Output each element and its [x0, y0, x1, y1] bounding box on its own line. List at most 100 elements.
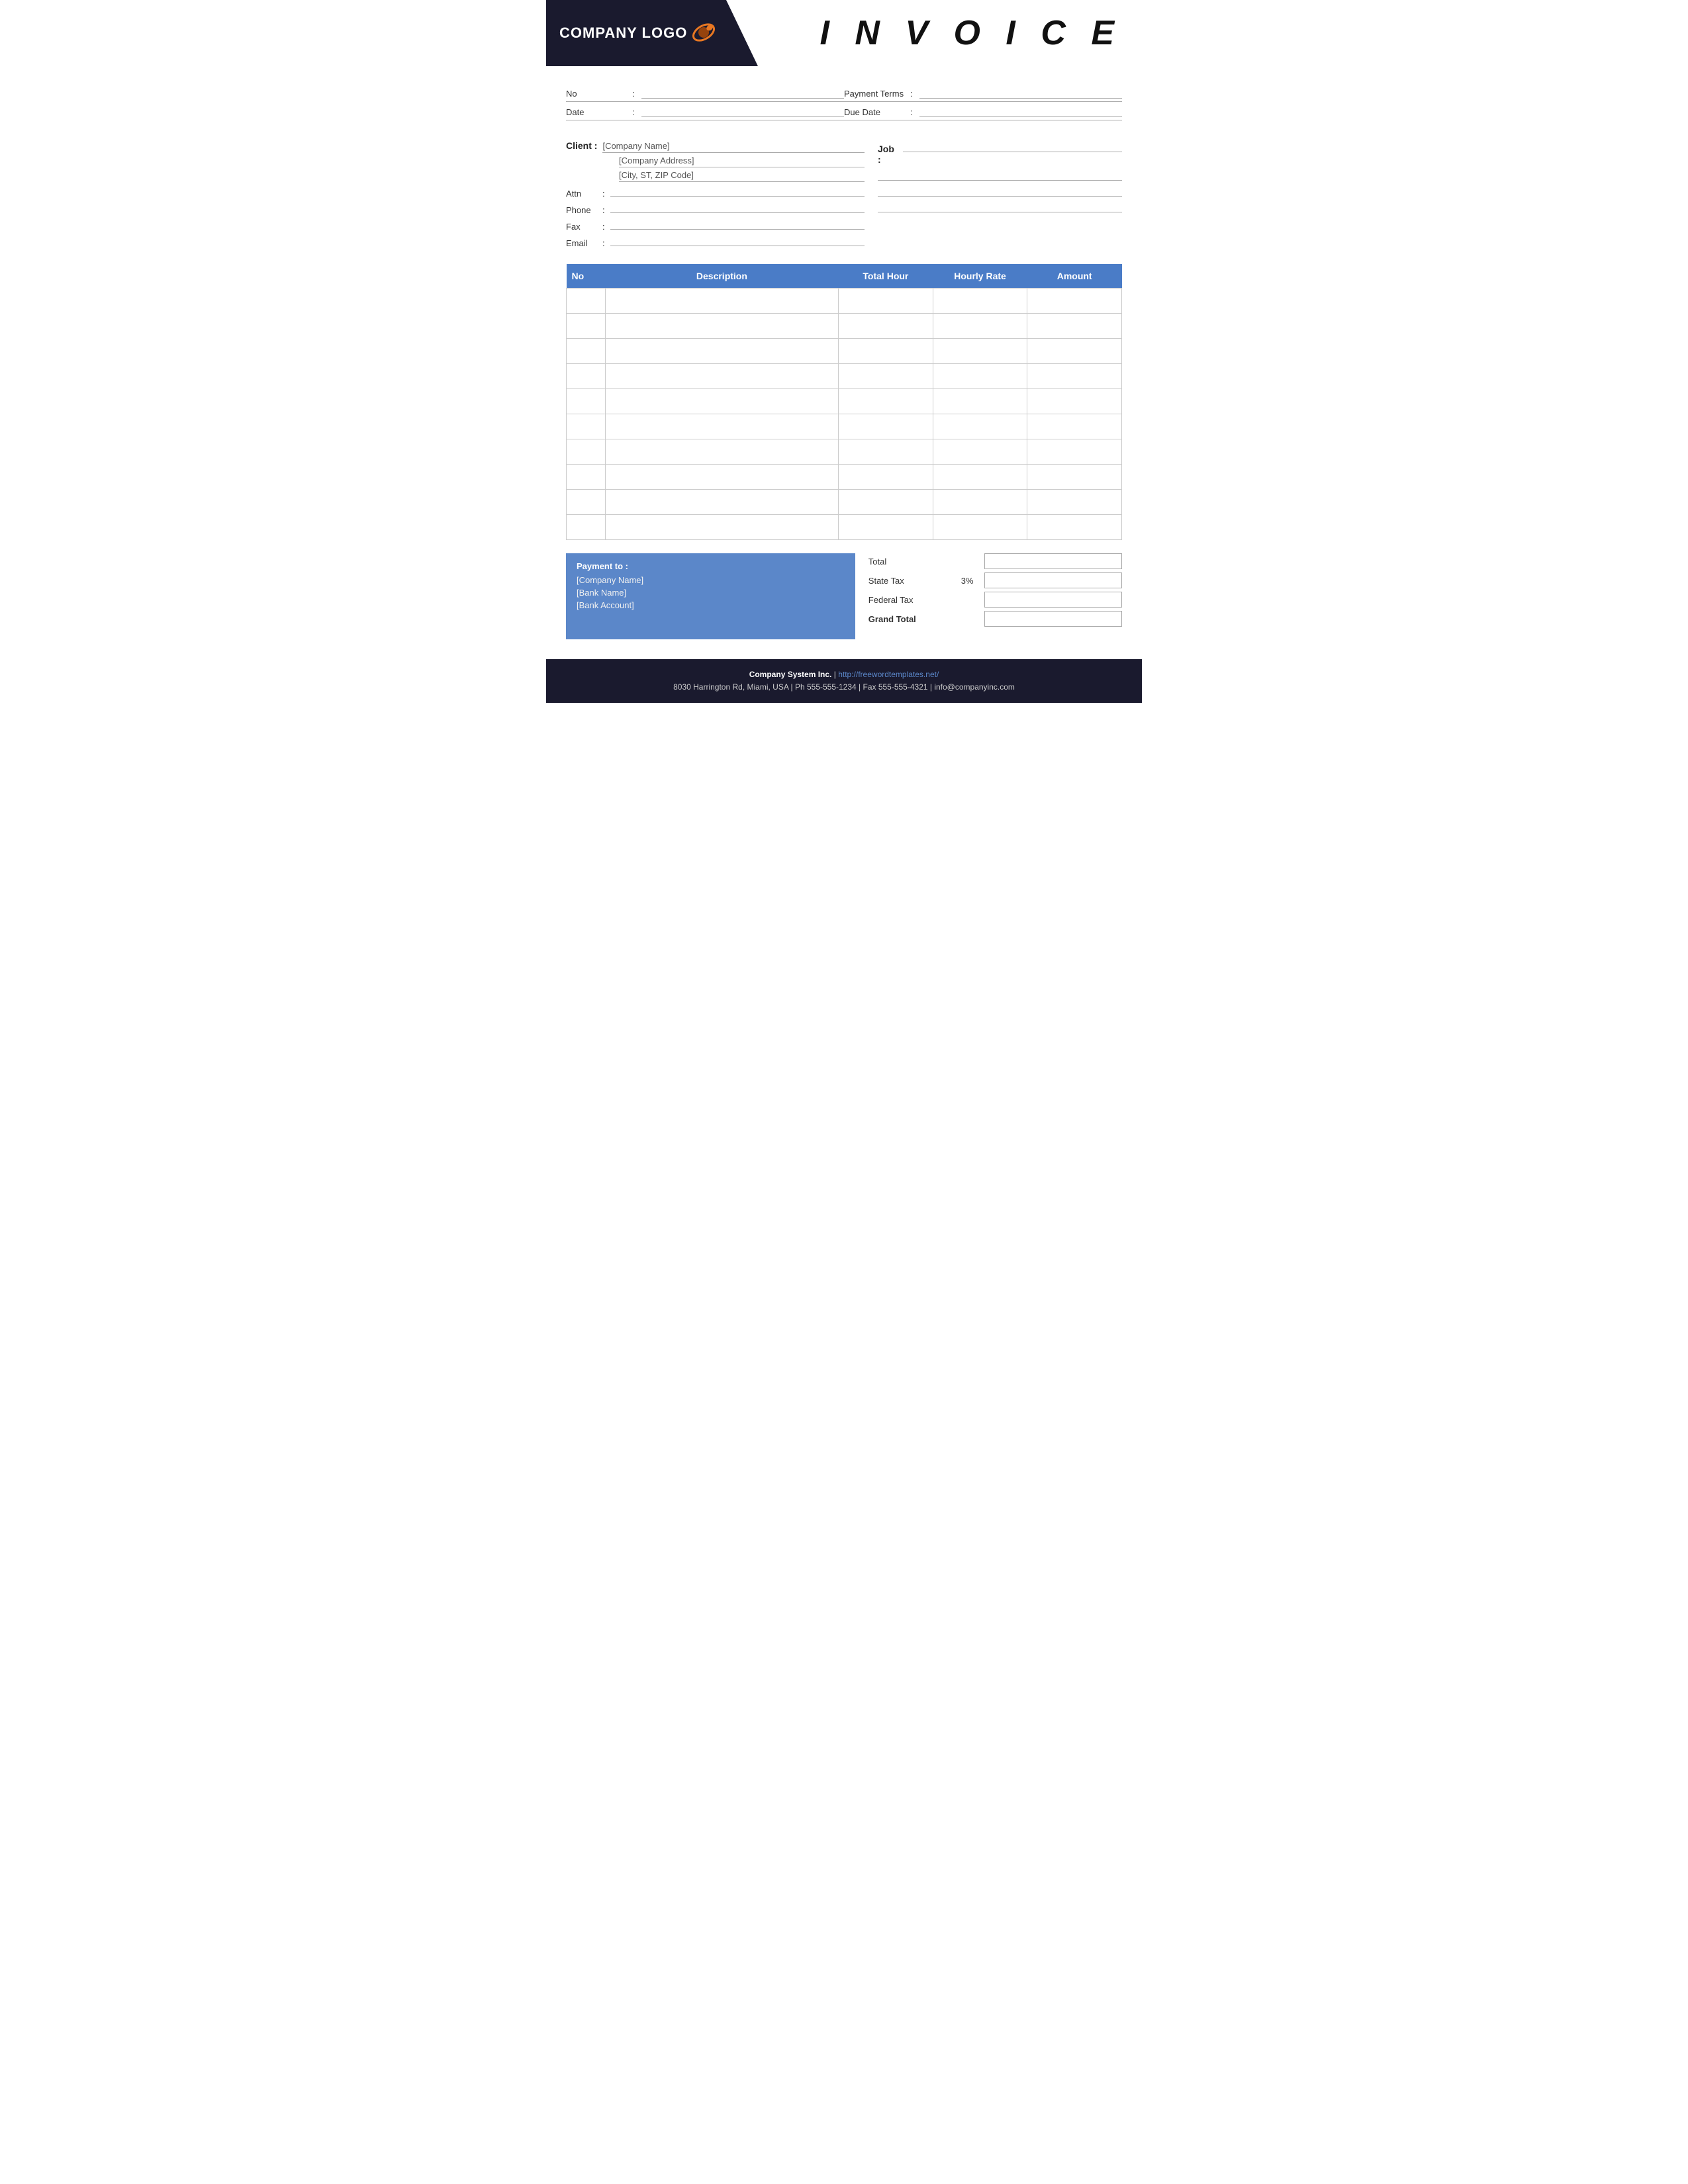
table-cell [605, 389, 838, 414]
no-label: No [566, 89, 626, 99]
bottom-section: Payment to : [Company Name] [Bank Name] … [546, 553, 1142, 639]
client-city-state-zip: [City, ST, ZIP Code] [619, 170, 865, 182]
state-tax-percent: 3% [961, 576, 984, 586]
col-total-hour: Total Hour [839, 264, 933, 289]
client-job-section: Client : [Company Name] [Company Address… [546, 134, 1142, 264]
payment-terms-label: Payment Terms [844, 89, 904, 99]
table-cell [1027, 515, 1122, 540]
client-email-value [610, 234, 865, 246]
due-date-value [919, 107, 1122, 117]
invoice-title-block: I N V O I C E [758, 0, 1142, 66]
table-cell [605, 364, 838, 389]
table-row [567, 314, 1122, 339]
footer-line-2: 8030 Harrington Rd, Miami, USA | Ph 555-… [559, 681, 1129, 694]
client-label: Client : [566, 140, 597, 151]
table-cell [1027, 364, 1122, 389]
payment-account: [Bank Account] [577, 600, 845, 610]
table-cell [839, 439, 933, 465]
job-value-4 [878, 201, 1122, 212]
payment-block: Payment to : [Company Name] [Bank Name] … [566, 553, 855, 639]
table-cell [567, 465, 606, 490]
table-cell [933, 515, 1027, 540]
table-cell [933, 364, 1027, 389]
footer-website[interactable]: http://freewordtemplates.net/ [838, 670, 939, 679]
table-cell [933, 389, 1027, 414]
table-row [567, 439, 1122, 465]
table-row [567, 289, 1122, 314]
meta-due-date-right: Due Date : [844, 107, 1122, 117]
table-cell [933, 414, 1027, 439]
table-cell [567, 490, 606, 515]
invoice-table: No Description Total Hour Hourly Rate Am… [566, 264, 1122, 540]
table-header: No Description Total Hour Hourly Rate Am… [567, 264, 1122, 289]
client-company-address: [Company Address] [619, 156, 865, 167]
meta-row-date: Date : Due Date : [566, 105, 1122, 120]
client-city-row: [City, ST, ZIP Code] [566, 170, 865, 182]
job-value-2 [878, 169, 1122, 181]
table-cell [839, 389, 933, 414]
state-tax-row: State Tax 3% [868, 572, 1122, 588]
page-footer: Company System Inc. | http://freewordtem… [546, 659, 1142, 703]
table-row [567, 364, 1122, 389]
grand-total-value [984, 611, 1122, 627]
date-label: Date [566, 107, 626, 117]
table-cell [839, 465, 933, 490]
table-cell [605, 515, 838, 540]
table-cell [839, 364, 933, 389]
table-cell [933, 439, 1027, 465]
table-row [567, 339, 1122, 364]
table-cell [839, 515, 933, 540]
payment-terms-colon: : [910, 89, 913, 99]
due-date-label: Due Date [844, 107, 904, 117]
table-cell [1027, 490, 1122, 515]
payment-bank: [Bank Name] [577, 588, 845, 598]
table-section: No Description Total Hour Hourly Rate Am… [546, 264, 1142, 540]
invoice-title: I N V O I C E [820, 13, 1123, 53]
client-company-name: [Company Name] [602, 141, 865, 153]
client-phone-value [610, 201, 865, 213]
job-title-row: Job : [878, 140, 1122, 165]
fax-label: Fax [566, 222, 602, 232]
table-cell [1027, 314, 1122, 339]
meta-date-left: Date : [566, 107, 844, 117]
logo-text: COMPANY LOGO [559, 24, 687, 42]
phone-label: Phone [566, 205, 602, 215]
logo-icon [691, 20, 716, 47]
table-cell [605, 414, 838, 439]
page-header: COMPANY LOGO I N V O I C E [546, 0, 1142, 66]
meta-row-no: No : Payment Terms : [566, 86, 1122, 102]
table-cell [933, 314, 1027, 339]
attn-label: Attn [566, 189, 602, 199]
table-cell [567, 364, 606, 389]
payment-label: Payment to : [577, 561, 845, 571]
total-row: Total [868, 553, 1122, 569]
table-cell [933, 289, 1027, 314]
table-cell [1027, 414, 1122, 439]
table-cell [1027, 465, 1122, 490]
client-fax-value [610, 218, 865, 230]
table-cell [567, 339, 606, 364]
date-colon: : [632, 107, 635, 117]
email-label: Email [566, 238, 602, 248]
table-cell [567, 314, 606, 339]
federal-tax-value [984, 592, 1122, 608]
total-value [984, 553, 1122, 569]
col-amount: Amount [1027, 264, 1122, 289]
table-row [567, 465, 1122, 490]
meta-payment-terms-right: Payment Terms : [844, 89, 1122, 99]
table-cell [933, 465, 1027, 490]
table-cell [1027, 339, 1122, 364]
table-cell [605, 289, 838, 314]
col-description: Description [605, 264, 838, 289]
email-colon: : [602, 238, 605, 248]
table-cell [839, 414, 933, 439]
totals-block: Total State Tax 3% Federal Tax Grand Tot… [868, 553, 1122, 630]
col-hourly-rate: Hourly Rate [933, 264, 1027, 289]
table-row [567, 414, 1122, 439]
table-cell [567, 414, 606, 439]
meta-no-left: No : [566, 89, 844, 99]
federal-tax-label: Federal Tax [868, 595, 961, 605]
table-cell [839, 314, 933, 339]
client-phone-row: Phone : [566, 201, 865, 215]
client-email-row: Email : [566, 234, 865, 248]
